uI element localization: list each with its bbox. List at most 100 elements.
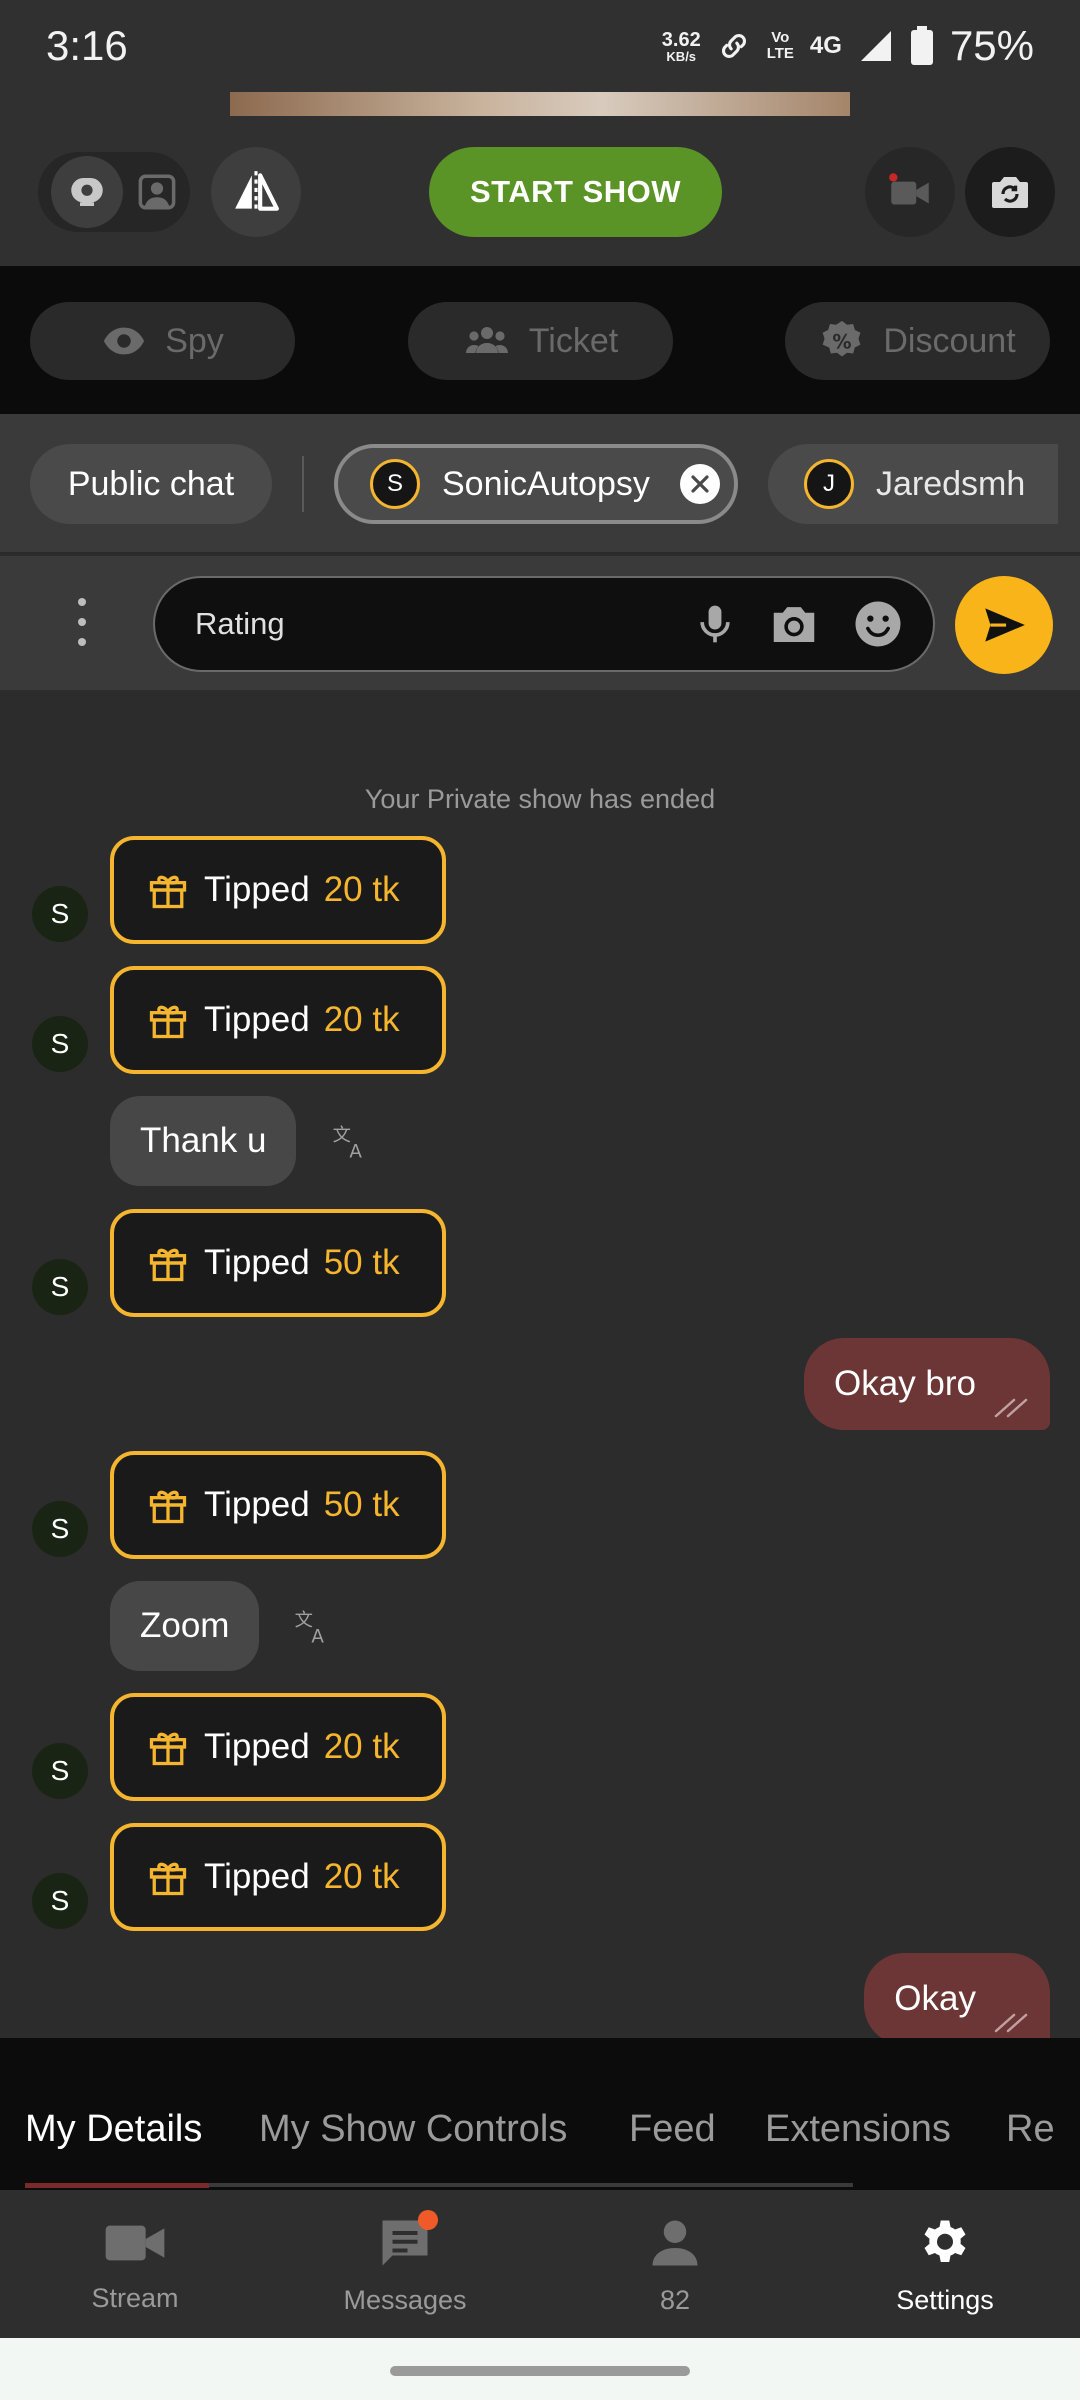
- spy-button[interactable]: Spy: [30, 302, 295, 380]
- chat-tabs: Public chat S SonicAutopsy J Jaredsmh: [0, 414, 1080, 554]
- speed-unit: KB/s: [666, 48, 697, 64]
- send-icon: [985, 608, 1025, 642]
- translate-icon[interactable]: 文A: [293, 1606, 333, 1646]
- gift-icon: [149, 1248, 187, 1282]
- ticket-button[interactable]: Ticket: [408, 302, 673, 380]
- status-bar: 3:16 3.62 KB/s Vo LTE 4G 75%: [0, 0, 1080, 92]
- nav-stream-label: Stream: [91, 2282, 179, 2313]
- nav-viewers[interactable]: 82: [540, 2190, 810, 2338]
- svg-text:文: 文: [333, 1125, 351, 1146]
- outgoing-text: Okay bro: [834, 1364, 976, 1403]
- webcam-icon: [70, 178, 103, 206]
- avatar: S: [32, 1873, 88, 1929]
- tip-label: Tipped: [204, 1243, 310, 1282]
- svg-text:文: 文: [295, 1610, 313, 1631]
- read-ticks-icon: [994, 2013, 1028, 2033]
- tip-amount: 20 tk: [323, 1857, 400, 1896]
- webcam-mode-option[interactable]: [50, 156, 123, 228]
- group-icon: [465, 327, 508, 353]
- viewer-count: 82: [659, 2284, 691, 2315]
- gift-icon: [149, 1490, 187, 1524]
- gesture-bar: [0, 2338, 1080, 2400]
- system-message: Your Private show has ended: [364, 784, 716, 814]
- outgoing-message: Okay: [864, 1953, 1050, 2038]
- mirror-icon: [235, 171, 279, 213]
- nav-settings[interactable]: Settings: [810, 2190, 1080, 2338]
- outgoing-message: Okay bro: [804, 1338, 1050, 1430]
- discount-button[interactable]: % Discount: [785, 302, 1050, 380]
- nav-stream[interactable]: Stream: [0, 2190, 270, 2338]
- nav-messages-label: Messages: [343, 2284, 467, 2315]
- close-chat-button[interactable]: [680, 464, 720, 504]
- tip-label: Tipped: [204, 1857, 310, 1896]
- microphone-icon[interactable]: [693, 599, 737, 649]
- camera-icon[interactable]: [767, 597, 821, 651]
- unread-badge: [418, 2210, 438, 2230]
- status-icons: 3.62 KB/s Vo LTE 4G 75%: [662, 22, 1034, 70]
- tab-extensions[interactable]: Extensions: [765, 2108, 951, 2151]
- spy-label: Spy: [165, 321, 224, 360]
- volte-bottom: LTE: [766, 45, 794, 62]
- tip-amount: 20 tk: [323, 870, 400, 909]
- tab-private-sonicautopsy[interactable]: S SonicAutopsy: [334, 444, 738, 524]
- svg-text:A: A: [349, 1142, 362, 1161]
- tip-label: Tipped: [204, 1485, 310, 1524]
- signal-icon: [860, 31, 891, 61]
- svg-text:A: A: [311, 1627, 324, 1646]
- tip-amount: 50 tk: [323, 1485, 400, 1524]
- bottom-navigation: Stream Messages 82 Settings: [0, 2190, 1080, 2338]
- tab-public-chat[interactable]: Public chat: [30, 444, 272, 524]
- tip-message: Tipped 20 tk: [110, 1823, 446, 1931]
- avatar: S: [32, 886, 88, 942]
- tip-amount: 50 tk: [323, 1243, 400, 1282]
- gear-icon: [924, 2220, 966, 2262]
- message-input-text[interactable]: Rating: [195, 606, 693, 642]
- tip-label: Tipped: [204, 870, 310, 909]
- start-show-button[interactable]: START SHOW: [429, 147, 722, 237]
- incoming-message: Thank u: [110, 1096, 297, 1186]
- gift-icon: [149, 875, 187, 909]
- person-icon: [652, 2220, 698, 2265]
- tip-message: Tipped 20 tk: [110, 966, 446, 1074]
- chat-messages: Your Private show has ended S Tipped 20 …: [0, 690, 1080, 2038]
- tip-message: Tipped 20 tk: [110, 836, 446, 944]
- battery-percent: 75%: [949, 22, 1034, 69]
- eye-icon: [104, 327, 145, 355]
- camera-toggle-button[interactable]: [865, 147, 955, 237]
- avatar: S: [32, 1259, 88, 1315]
- gift-icon: [149, 1862, 187, 1896]
- incoming-message: Zoom: [110, 1581, 260, 1671]
- tip-label: Tipped: [204, 1727, 310, 1766]
- tab-private-jaredsmh[interactable]: J Jaredsmh: [768, 444, 1058, 524]
- volte-top: Vo: [771, 29, 790, 47]
- avatar: S: [32, 1743, 88, 1799]
- person-frame-icon[interactable]: [136, 171, 178, 213]
- send-button[interactable]: [955, 576, 1053, 674]
- mirror-button[interactable]: [211, 147, 301, 237]
- home-handle[interactable]: [390, 2366, 690, 2376]
- tip-message: Tipped 20 tk: [110, 1693, 446, 1801]
- message-input[interactable]: Rating: [153, 576, 935, 672]
- discount-label: Discount: [883, 321, 1016, 360]
- nav-messages[interactable]: Messages: [270, 2190, 540, 2338]
- network-speed: 3.62 KB/s: [662, 30, 701, 63]
- avatar: S: [32, 1501, 88, 1557]
- tip-amount: 20 tk: [323, 1727, 400, 1766]
- link-icon: [721, 33, 746, 59]
- tab-truncated[interactable]: Re: [1006, 2108, 1055, 2151]
- read-ticks-icon: [994, 1398, 1028, 1418]
- tab-divider: [302, 456, 304, 512]
- more-options-icon[interactable]: [68, 592, 96, 652]
- discount-badge-icon: %: [823, 320, 861, 357]
- tab-feed[interactable]: Feed: [629, 2108, 716, 2151]
- switch-camera-button[interactable]: [965, 147, 1055, 237]
- tab-my-details[interactable]: My Details: [25, 2108, 202, 2151]
- tab-my-show-controls[interactable]: My Show Controls: [259, 2108, 567, 2151]
- video-preview: [0, 92, 1080, 116]
- video-camera-off-icon: [889, 173, 929, 205]
- view-mode-toggle[interactable]: [38, 152, 190, 232]
- tip-label: Tipped: [204, 1000, 310, 1039]
- translate-icon[interactable]: 文A: [331, 1121, 371, 1161]
- emoji-icon[interactable]: [851, 597, 905, 651]
- tip-message: Tipped 50 tk: [110, 1451, 446, 1559]
